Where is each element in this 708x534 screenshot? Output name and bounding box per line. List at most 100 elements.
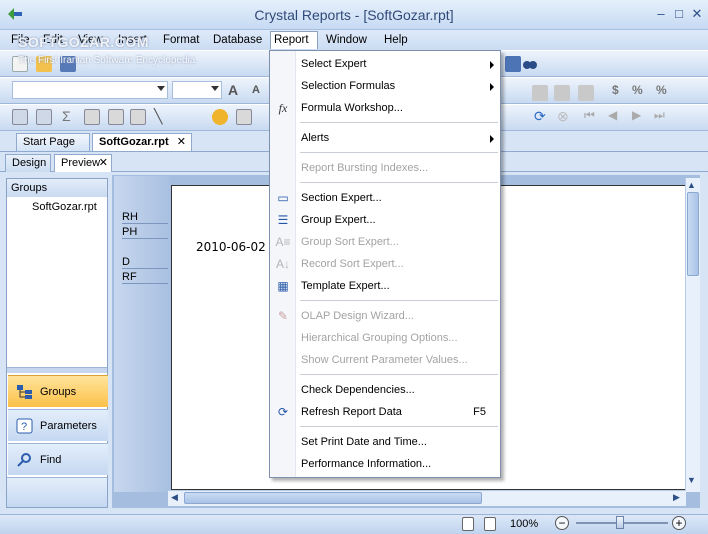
scroll-up-icon[interactable]: ▲ xyxy=(687,180,696,190)
window-title: Crystal Reports - [SoftGozar.rpt] xyxy=(254,7,454,23)
menu-item-record-sort-expert[interactable]: A↓ Record Sort Expert... xyxy=(270,253,500,275)
stop-icon[interactable]: ⊗ xyxy=(557,108,569,125)
database-icon[interactable] xyxy=(212,109,228,125)
menu-item-group-expert[interactable]: ☰ Group Expert... xyxy=(270,209,500,231)
menu-help[interactable]: Help xyxy=(381,32,411,50)
menu-item-report-bursting-indexes[interactable]: Report Bursting Indexes... xyxy=(270,157,500,179)
menu-item-formula-workshop[interactable]: fx Formula Workshop... xyxy=(270,97,500,119)
menu-item-set-print-date[interactable]: Set Print Date and Time... xyxy=(270,431,500,453)
status-bar xyxy=(0,514,708,534)
menu-item-performance-information[interactable]: Performance Information... xyxy=(270,453,500,475)
tab-design[interactable]: Design xyxy=(5,154,51,172)
vertical-scrollbar[interactable]: ▲ ▼ xyxy=(685,178,700,492)
menu-format[interactable]: Format xyxy=(160,32,202,50)
fit-page-icon[interactable] xyxy=(484,517,496,531)
horizontal-scrollbar[interactable]: ◀ ▶ xyxy=(168,490,686,506)
group-tree-item[interactable]: SoftGozar.rpt xyxy=(32,201,97,213)
menu-item-select-expert[interactable]: Select Expert xyxy=(270,53,500,75)
summary-icon[interactable]: Σ xyxy=(62,108,71,124)
next-page-icon[interactable]: ▶ xyxy=(632,108,641,122)
menu-item-section-expert[interactable]: ▭ Section Expert... xyxy=(270,187,500,209)
insert-table-icon[interactable] xyxy=(84,109,100,125)
toolbar-icon[interactable] xyxy=(532,85,548,101)
close-button[interactable]: ✕ xyxy=(688,6,706,22)
nav-label: Find xyxy=(40,454,62,466)
currency-icon[interactable]: $ xyxy=(612,83,619,97)
toolbar-icon[interactable] xyxy=(236,109,252,125)
nav-footer xyxy=(7,477,107,507)
record-sort-icon: A↓ xyxy=(275,257,290,271)
binoculars-icon[interactable] xyxy=(522,55,538,71)
tab-preview[interactable]: Preview ✕ xyxy=(54,154,112,172)
menu-item-template-expert[interactable]: ▦ Template Expert... xyxy=(270,275,500,297)
nav-parameters-button[interactable]: ? Parameters xyxy=(8,409,108,441)
toolbar-export-icon[interactable] xyxy=(505,56,521,72)
percent-icon[interactable]: % xyxy=(632,83,643,97)
menu-item-label: Group Expert... xyxy=(301,214,376,226)
decimal-icon[interactable]: % xyxy=(656,83,667,97)
submenu-arrow-icon xyxy=(490,61,494,69)
menu-item-group-sort-expert[interactable]: A≡ Group Sort Expert... xyxy=(270,231,500,253)
olap-icon: ✎ xyxy=(277,309,289,323)
menu-database[interactable]: Database xyxy=(210,32,265,50)
scroll-left-icon[interactable]: ◀ xyxy=(171,492,178,503)
zoom-slider-thumb[interactable] xyxy=(616,516,624,529)
menu-item-hierarchical-grouping[interactable]: Hierarchical Grouping Options... xyxy=(270,327,500,349)
toolbar-icon[interactable] xyxy=(578,85,594,101)
insert-field-icon[interactable] xyxy=(36,109,52,125)
font-size-combo[interactable] xyxy=(172,81,222,99)
grow-font-icon[interactable]: A xyxy=(228,82,238,98)
menu-item-label: Set Print Date and Time... xyxy=(301,436,427,448)
insert-text-object-icon[interactable] xyxy=(12,109,28,125)
insert-cross-tab-icon[interactable] xyxy=(108,109,124,125)
shrink-font-icon[interactable]: A xyxy=(252,84,260,96)
section-page-header[interactable]: PH xyxy=(122,226,168,239)
tab-softgozar-rpt[interactable]: SoftGozar.rpt ✕ xyxy=(92,133,192,151)
insert-box-icon[interactable] xyxy=(130,109,146,125)
last-page-icon[interactable]: ⏭ xyxy=(654,108,665,123)
menu-window[interactable]: Window xyxy=(323,32,370,50)
close-tab-icon[interactable]: ✕ xyxy=(177,134,186,151)
minimize-button[interactable]: – xyxy=(652,6,670,22)
menu-separator xyxy=(300,182,498,183)
refresh-icon[interactable]: ⟳ xyxy=(534,108,546,125)
menu-item-alerts[interactable]: Alerts xyxy=(270,127,500,149)
tab-label: Preview xyxy=(61,157,101,169)
submenu-arrow-icon xyxy=(490,83,494,91)
vertical-scroll-thumb[interactable] xyxy=(687,192,699,276)
horizontal-scroll-thumb[interactable] xyxy=(184,492,482,504)
section-details[interactable]: D xyxy=(122,256,168,269)
menu-report[interactable]: Report xyxy=(270,31,318,49)
section-report-header[interactable]: RH xyxy=(122,211,168,224)
insert-line-icon[interactable]: ╲ xyxy=(154,108,162,125)
nav-find-button[interactable]: Find xyxy=(8,443,108,475)
toolbar-icon[interactable] xyxy=(554,85,570,101)
zoom-out-button[interactable]: − xyxy=(555,516,569,530)
groups-icon xyxy=(17,385,32,399)
font-name-combo[interactable] xyxy=(12,81,168,99)
first-page-icon[interactable]: ⏮ xyxy=(584,108,595,123)
restore-button[interactable]: □ xyxy=(670,6,688,22)
nav-groups-button[interactable]: Groups xyxy=(8,375,108,407)
scroll-down-icon[interactable]: ▼ xyxy=(687,475,696,485)
scroll-right-icon[interactable]: ▶ xyxy=(673,492,680,503)
zoom-in-button[interactable]: + xyxy=(672,516,686,530)
report-menu-dropdown: Select Expert Selection Formulas fx Formu… xyxy=(269,50,501,478)
previous-page-icon[interactable]: ◀ xyxy=(608,108,617,122)
menu-item-label: Selection Formulas xyxy=(301,80,396,92)
menu-item-refresh-report-data[interactable]: ⟳ Refresh Report Data F5 xyxy=(270,401,500,423)
close-preview-icon[interactable]: ✕ xyxy=(99,155,108,172)
tab-start-page[interactable]: Start Page xyxy=(16,133,90,151)
watermark-logo: SOFTGOZAR.COM xyxy=(18,34,149,50)
tab-label: SoftGozar.rpt xyxy=(99,136,169,148)
menu-item-selection-formulas[interactable]: Selection Formulas xyxy=(270,75,500,97)
splitter-handle[interactable] xyxy=(7,367,107,373)
page-view-icon[interactable] xyxy=(462,517,474,531)
menu-item-olap-design-wizard[interactable]: ✎ OLAP Design Wizard... xyxy=(270,305,500,327)
menu-item-check-dependencies[interactable]: Check Dependencies... xyxy=(270,379,500,401)
print-date-field[interactable]: 2010-06-02 xyxy=(196,240,266,254)
menu-item-label: Formula Workshop... xyxy=(301,102,403,114)
menu-item-show-parameter-values[interactable]: Show Current Parameter Values... xyxy=(270,349,500,371)
section-report-footer[interactable]: RF xyxy=(122,271,168,284)
group-sort-icon: A≡ xyxy=(275,235,291,249)
